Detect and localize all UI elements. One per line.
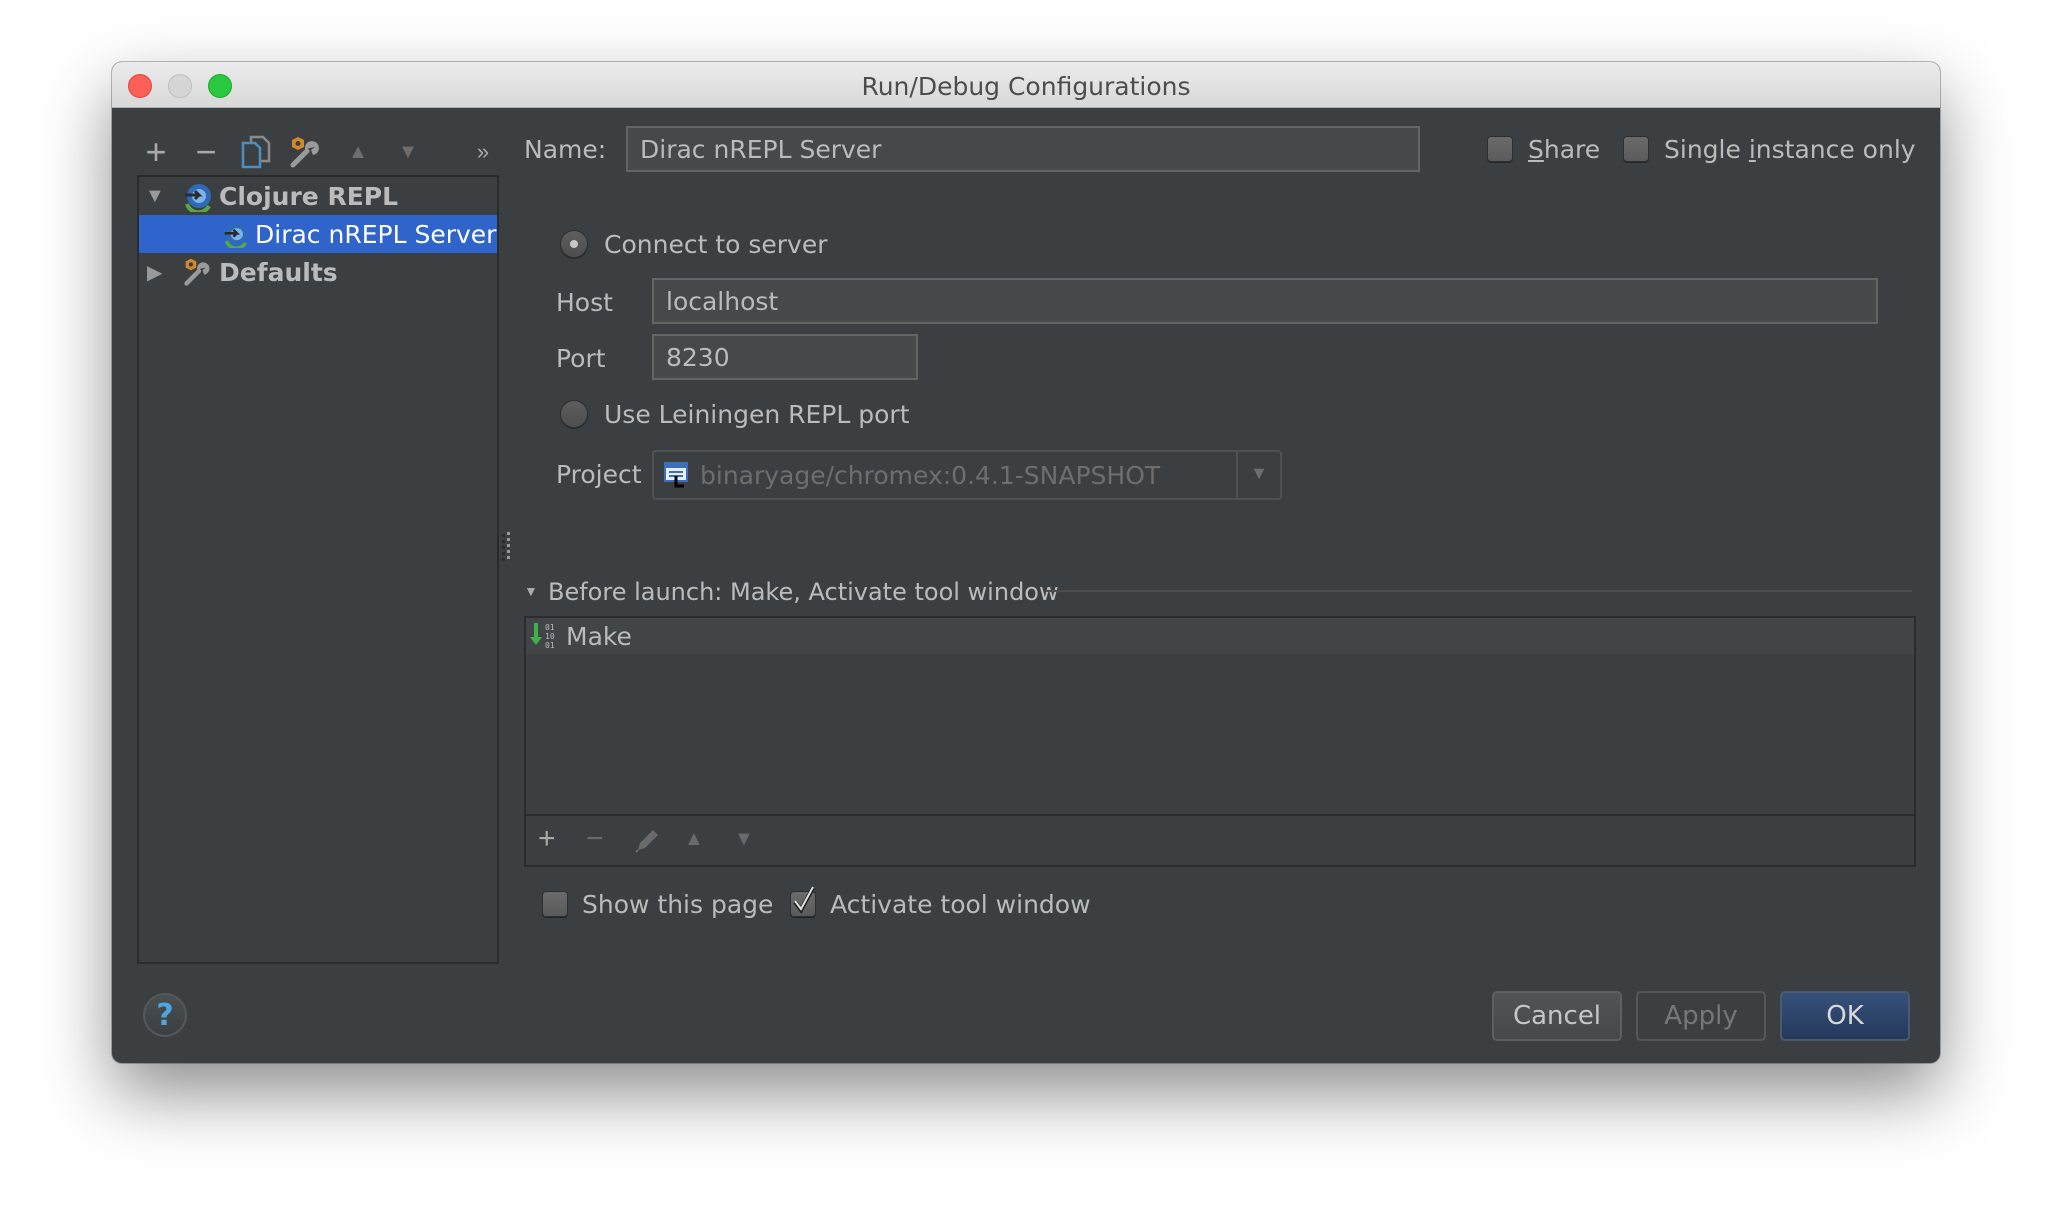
tree-item-dirac-nrepl-server[interactable]: Dirac nREPL Server xyxy=(139,215,497,253)
share-label: Share xyxy=(1528,135,1600,164)
run-debug-configurations-dialog: Run/Debug Configurations + − ▲ ▼ » ▼ Clo… xyxy=(112,62,1940,1063)
activate-tool-window-label: Activate tool window xyxy=(830,890,1091,919)
port-label: Port xyxy=(556,344,606,373)
svg-text:01: 01 xyxy=(545,623,555,632)
chevron-down-icon[interactable]: ▼ xyxy=(1250,463,1268,484)
arrow-up-icon: ▲ xyxy=(348,140,368,163)
tree-item-clojure-repl[interactable]: ▼ Clojure REPL xyxy=(139,177,497,215)
checkmark-icon xyxy=(793,886,815,914)
remove-task-button[interactable]: − xyxy=(586,824,604,854)
expand-arrow-down-icon[interactable]: ▼ xyxy=(145,185,165,208)
cancel-button[interactable]: Cancel xyxy=(1492,991,1622,1041)
svg-text:01: 01 xyxy=(545,641,555,650)
connect-to-server-radio[interactable] xyxy=(560,230,588,258)
before-launch-task-list: 01 10 01 Make xyxy=(524,616,1916,816)
apply-button[interactable]: Apply xyxy=(1636,991,1766,1041)
project-label: Project xyxy=(556,460,642,489)
share-checkbox[interactable] xyxy=(1487,136,1513,162)
host-label: Host xyxy=(556,288,613,317)
task-item-label: Make xyxy=(566,621,632,651)
pencil-icon[interactable] xyxy=(634,828,660,854)
add-configuration-button[interactable]: + xyxy=(136,131,176,172)
name-input[interactable]: Dirac nREPL Server xyxy=(626,126,1420,172)
before-launch-title: Before launch: Make, Activate tool windo… xyxy=(548,578,1059,606)
single-instance-checkbox[interactable] xyxy=(1623,136,1649,162)
title-bar: Run/Debug Configurations xyxy=(112,62,1940,108)
connect-to-server-label: Connect to server xyxy=(604,230,828,259)
show-this-page-checkbox[interactable] xyxy=(542,891,568,917)
svg-text:10: 10 xyxy=(545,632,555,641)
ok-button[interactable]: OK xyxy=(1780,991,1910,1041)
copy-configuration-button[interactable] xyxy=(236,132,276,172)
move-task-up-button[interactable]: ▲ xyxy=(684,824,704,854)
radio-selected-dot xyxy=(570,240,578,248)
port-input[interactable]: 8230 xyxy=(652,334,918,380)
show-this-page-label: Show this page xyxy=(582,890,774,919)
move-task-down-button[interactable]: ▼ xyxy=(734,824,754,854)
before-launch-toolbar: + − ▲ ▼ xyxy=(524,814,1916,867)
remove-configuration-button[interactable]: − xyxy=(186,131,226,172)
use-leiningen-radio[interactable] xyxy=(560,400,588,428)
wrench-icon xyxy=(184,258,210,286)
splitter-handle[interactable] xyxy=(502,532,512,562)
add-task-button[interactable]: + xyxy=(538,824,556,854)
chevron-double-right-icon: » xyxy=(476,139,490,164)
activate-tool-window-checkbox[interactable] xyxy=(790,886,816,917)
tree-item-defaults[interactable]: ▶ Defaults xyxy=(139,253,497,291)
move-up-button[interactable]: ▲ xyxy=(338,132,378,172)
move-down-button[interactable]: ▼ xyxy=(388,132,428,172)
dropdown-separator xyxy=(1236,452,1238,498)
arrow-down-icon: ▼ xyxy=(398,140,418,163)
question-mark-icon: ? xyxy=(156,997,174,1033)
tree-item-label: Dirac nREPL Server xyxy=(255,219,497,249)
single-instance-label-post: nstance only xyxy=(1755,135,1916,164)
wrench-icon xyxy=(290,137,319,168)
collapse-triangle-icon[interactable]: ▼ xyxy=(524,583,538,599)
tree-item-label: Defaults xyxy=(219,257,338,287)
port-input-value: 8230 xyxy=(666,342,730,372)
project-icon xyxy=(664,462,688,488)
tree-item-label: Clojure REPL xyxy=(219,181,399,211)
window-title: Run/Debug Configurations xyxy=(861,72,1191,101)
minus-icon: − xyxy=(195,131,217,172)
plus-icon: + xyxy=(145,131,167,172)
make-icon: 01 10 01 xyxy=(530,623,555,650)
section-divider xyxy=(1046,590,1912,592)
task-item-make[interactable]: 01 10 01 Make xyxy=(526,618,1914,654)
single-instance-label-mnemonic: i xyxy=(1748,135,1756,164)
use-leiningen-label: Use Leiningen REPL port xyxy=(604,400,910,429)
more-actions-button[interactable]: » xyxy=(468,132,498,172)
host-input[interactable]: localhost xyxy=(652,278,1878,324)
project-dropdown[interactable]: binaryage/chromex:0.4.1-SNAPSHOT ▼ xyxy=(652,450,1282,500)
single-instance-label-pre: Single xyxy=(1664,135,1749,164)
help-button[interactable]: ? xyxy=(143,993,187,1037)
expand-arrow-right-icon[interactable]: ▶ xyxy=(147,260,162,285)
name-input-value: Dirac nREPL Server xyxy=(640,134,882,164)
configuration-tree: ▼ Clojure REPL Dirac nREPL Server ▶ Defa… xyxy=(137,175,499,964)
project-dropdown-value: binaryage/chromex:0.4.1-SNAPSHOT xyxy=(700,460,1161,490)
clojure-repl-icon xyxy=(224,223,248,248)
edit-defaults-button[interactable] xyxy=(286,132,326,172)
share-label-mnemonic: S xyxy=(1528,135,1544,164)
clojure-repl-icon xyxy=(185,184,211,212)
share-label-rest: hare xyxy=(1543,135,1601,164)
name-label: Name: xyxy=(524,135,607,164)
single-instance-label: Single instance only xyxy=(1664,135,1916,164)
host-input-value: localhost xyxy=(666,286,779,316)
copy-icon xyxy=(241,135,271,169)
